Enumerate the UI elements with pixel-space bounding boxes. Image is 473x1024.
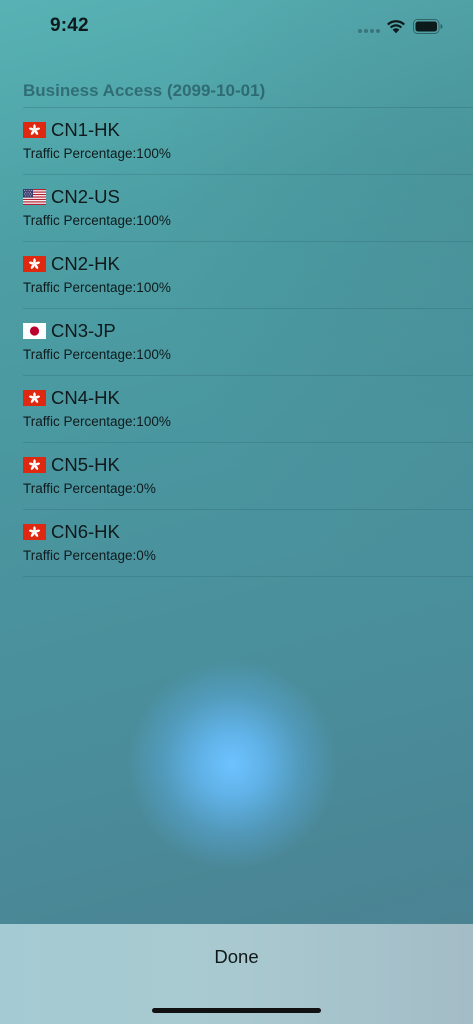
cellular-signal-icon: [358, 29, 380, 34]
us-flag-icon: [23, 189, 46, 205]
traffic-percentage: Traffic Percentage:100%: [23, 414, 171, 429]
status-time: 9:42: [50, 15, 89, 36]
hk-flag-icon: [23, 256, 46, 272]
server-name: CN6-HK: [51, 521, 120, 542]
server-row-cn3-jp[interactable]: CN3-JP Traffic Percentage:100%: [23, 309, 473, 376]
wifi-icon: [387, 20, 405, 34]
status-bar: 9:42: [0, 0, 473, 54]
server-name: CN2-HK: [51, 253, 120, 274]
server-row-cn2-us[interactable]: CN2-US Traffic Percentage:100%: [23, 175, 473, 242]
traffic-percentage: Traffic Percentage:0%: [23, 481, 156, 496]
server-row-cn1-hk[interactable]: CN1-HK Traffic Percentage:100%: [23, 108, 473, 175]
server-name: CN4-HK: [51, 387, 120, 408]
battery-icon: [413, 19, 443, 34]
traffic-percentage: Traffic Percentage:0%: [23, 548, 156, 563]
jp-flag-icon: [23, 323, 46, 339]
server-list: CN1-HK Traffic Percentage:100% CN2-US Tr…: [23, 107, 473, 577]
hk-flag-icon: [23, 390, 46, 406]
done-button[interactable]: Done: [0, 924, 473, 990]
server-name: CN2-US: [51, 186, 120, 207]
server-name: CN5-HK: [51, 454, 120, 475]
traffic-percentage: Traffic Percentage:100%: [23, 146, 171, 161]
traffic-percentage: Traffic Percentage:100%: [23, 213, 171, 228]
server-name: CN3-JP: [51, 320, 116, 341]
server-row-cn5-hk[interactable]: CN5-HK Traffic Percentage:0%: [23, 443, 473, 510]
traffic-percentage: Traffic Percentage:100%: [23, 280, 171, 295]
hk-flag-icon: [23, 122, 46, 138]
bottom-toolbar: Done: [0, 924, 473, 1024]
section-title: Business Access (2099-10-01): [23, 81, 266, 100]
server-row-cn4-hk[interactable]: CN4-HK Traffic Percentage:100%: [23, 376, 473, 443]
traffic-percentage: Traffic Percentage:100%: [23, 347, 171, 362]
server-row-cn2-hk[interactable]: CN2-HK Traffic Percentage:100%: [23, 242, 473, 309]
home-indicator[interactable]: [152, 1008, 321, 1013]
server-row-cn6-hk[interactable]: CN6-HK Traffic Percentage:0%: [23, 510, 473, 577]
server-name: CN1-HK: [51, 119, 120, 140]
hk-flag-icon: [23, 524, 46, 540]
hk-flag-icon: [23, 457, 46, 473]
